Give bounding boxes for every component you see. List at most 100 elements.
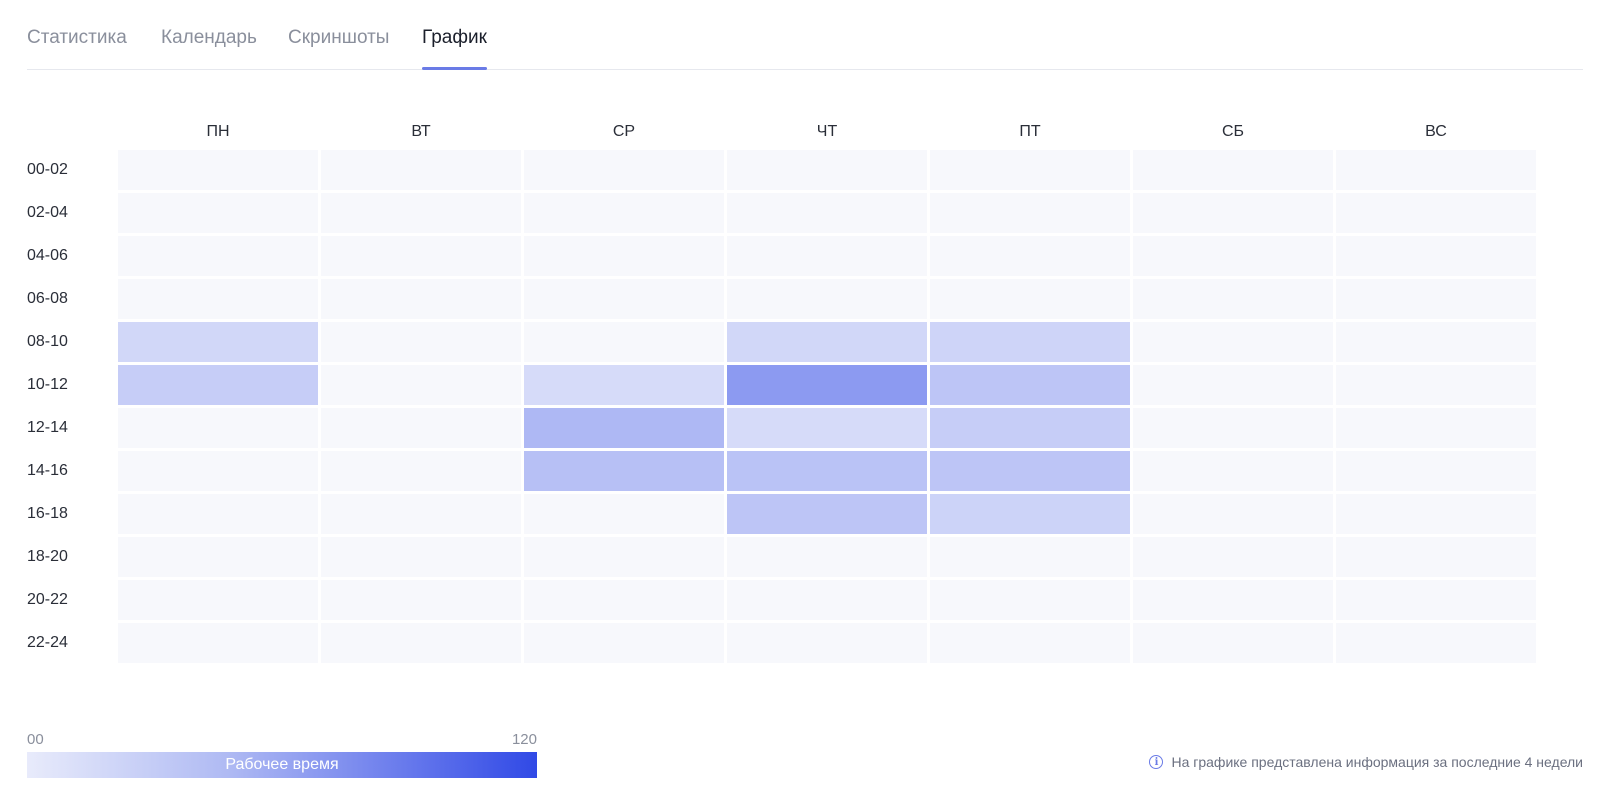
time-slot-label: 04-06 bbox=[27, 247, 68, 264]
heatmap-cell[interactable] bbox=[727, 236, 927, 276]
schedule-page: Статистика Календарь Скриншоты График ПН… bbox=[0, 0, 1611, 787]
heatmap-cell[interactable] bbox=[321, 623, 521, 663]
heatmap-cell[interactable] bbox=[930, 623, 1130, 663]
heatmap-cell[interactable] bbox=[1133, 150, 1333, 190]
heatmap-cell[interactable] bbox=[321, 408, 521, 448]
heatmap-cell[interactable] bbox=[930, 322, 1130, 362]
heatmap-cell[interactable] bbox=[524, 193, 724, 233]
heatmap-cell[interactable] bbox=[1133, 408, 1333, 448]
heatmap-cell[interactable] bbox=[321, 193, 521, 233]
info-text: На графике представлена информация за по… bbox=[1171, 754, 1583, 770]
heatmap-cell[interactable] bbox=[727, 193, 927, 233]
heatmap-cell[interactable] bbox=[1133, 580, 1333, 620]
heatmap-cell[interactable] bbox=[1336, 494, 1536, 534]
tab-screenshots[interactable]: Скриншоты bbox=[288, 27, 389, 69]
heatmap-cell[interactable] bbox=[118, 193, 318, 233]
heatmap-cell[interactable] bbox=[118, 150, 318, 190]
heatmap-cell[interactable] bbox=[727, 580, 927, 620]
heatmap-cell[interactable] bbox=[524, 623, 724, 663]
heatmap-cell[interactable] bbox=[1133, 322, 1333, 362]
heatmap-cell[interactable] bbox=[727, 408, 927, 448]
heatmap-cell[interactable] bbox=[118, 451, 318, 491]
heatmap-cell[interactable] bbox=[321, 236, 521, 276]
heatmap-cell[interactable] bbox=[524, 236, 724, 276]
heatmap-cell[interactable] bbox=[1133, 193, 1333, 233]
heatmap-cell[interactable] bbox=[321, 150, 521, 190]
heatmap-cell[interactable] bbox=[1336, 236, 1536, 276]
time-slot-label: 06-08 bbox=[27, 290, 68, 307]
heatmap-cell[interactable] bbox=[1336, 451, 1536, 491]
heatmap-cell[interactable] bbox=[1336, 580, 1536, 620]
heatmap-cell[interactable] bbox=[1133, 279, 1333, 319]
heatmap-cell[interactable] bbox=[118, 408, 318, 448]
time-slot-label: 08-10 bbox=[27, 333, 68, 350]
heatmap-cell[interactable] bbox=[1133, 623, 1333, 663]
heatmap-cell[interactable] bbox=[930, 494, 1130, 534]
legend-gradient-bar: Рабочее время bbox=[27, 752, 537, 778]
heatmap-cell[interactable] bbox=[1336, 193, 1536, 233]
heatmap-cell[interactable] bbox=[118, 537, 318, 577]
heatmap-cell[interactable] bbox=[524, 494, 724, 534]
heatmap-cell[interactable] bbox=[930, 451, 1130, 491]
heatmap-cell[interactable] bbox=[930, 408, 1130, 448]
day-label: ПТ bbox=[1019, 123, 1041, 140]
heatmap-cell[interactable] bbox=[524, 279, 724, 319]
heatmap-cell[interactable] bbox=[118, 279, 318, 319]
heatmap-cell[interactable] bbox=[1133, 365, 1333, 405]
heatmap-cell[interactable] bbox=[321, 451, 521, 491]
heatmap-cell[interactable] bbox=[930, 193, 1130, 233]
heatmap-cell[interactable] bbox=[118, 365, 318, 405]
heatmap-cell[interactable] bbox=[1336, 150, 1536, 190]
heatmap-cell[interactable] bbox=[930, 279, 1130, 319]
heatmap-cell[interactable] bbox=[321, 322, 521, 362]
heatmap-cell[interactable] bbox=[1336, 279, 1536, 319]
heatmap-cell[interactable] bbox=[321, 580, 521, 620]
heatmap-cell[interactable] bbox=[321, 494, 521, 534]
heatmap-cell[interactable] bbox=[118, 494, 318, 534]
heatmap-cell[interactable] bbox=[1336, 408, 1536, 448]
heatmap-cell[interactable] bbox=[1336, 322, 1536, 362]
heatmap-cell[interactable] bbox=[524, 537, 724, 577]
heatmap-cell[interactable] bbox=[1336, 537, 1536, 577]
time-slot-label: 12-14 bbox=[27, 419, 68, 436]
heatmap-cell[interactable] bbox=[1133, 537, 1333, 577]
heatmap-cell[interactable] bbox=[727, 623, 927, 663]
heatmap-cell[interactable] bbox=[727, 279, 927, 319]
heatmap-cell[interactable] bbox=[524, 580, 724, 620]
heatmap-cell[interactable] bbox=[1133, 236, 1333, 276]
heatmap-cell[interactable] bbox=[118, 322, 318, 362]
heatmap-cell[interactable] bbox=[930, 580, 1130, 620]
heatmap-cell[interactable] bbox=[524, 150, 724, 190]
heatmap-cell[interactable] bbox=[1336, 623, 1536, 663]
tab-calendar[interactable]: Календарь bbox=[161, 27, 257, 69]
tab-schedule[interactable]: График bbox=[422, 27, 487, 70]
heatmap-cell[interactable] bbox=[321, 537, 521, 577]
day-label: ЧТ bbox=[816, 123, 838, 140]
heatmap-cell[interactable] bbox=[727, 494, 927, 534]
heatmap-cell[interactable] bbox=[930, 236, 1130, 276]
heatmap-cell[interactable] bbox=[118, 236, 318, 276]
time-slot-label: 14-16 bbox=[27, 462, 68, 479]
heatmap-cell[interactable] bbox=[1336, 365, 1536, 405]
heatmap-cell[interactable] bbox=[1133, 494, 1333, 534]
heatmap-cell[interactable] bbox=[524, 365, 724, 405]
heatmap-cell[interactable] bbox=[930, 150, 1130, 190]
heatmap-cell[interactable] bbox=[930, 537, 1130, 577]
heatmap-cell[interactable] bbox=[727, 451, 927, 491]
heatmap-cell[interactable] bbox=[727, 365, 927, 405]
tab-statistics[interactable]: Статистика bbox=[27, 27, 127, 69]
heatmap-cell[interactable] bbox=[727, 150, 927, 190]
legend-min-label: 00 bbox=[27, 731, 44, 748]
heatmap-cell[interactable] bbox=[118, 580, 318, 620]
heatmap-cell[interactable] bbox=[524, 451, 724, 491]
heatmap-cell[interactable] bbox=[930, 365, 1130, 405]
heatmap-cell[interactable] bbox=[321, 279, 521, 319]
heatmap-cell[interactable] bbox=[321, 365, 521, 405]
heatmap-cell[interactable] bbox=[524, 408, 724, 448]
heatmap-cell[interactable] bbox=[727, 537, 927, 577]
heatmap-cell[interactable] bbox=[524, 322, 724, 362]
heatmap-cell[interactable] bbox=[727, 322, 927, 362]
heatmap-cell[interactable] bbox=[118, 623, 318, 663]
time-slot-label: 22-24 bbox=[27, 634, 68, 651]
heatmap-cell[interactable] bbox=[1133, 451, 1333, 491]
